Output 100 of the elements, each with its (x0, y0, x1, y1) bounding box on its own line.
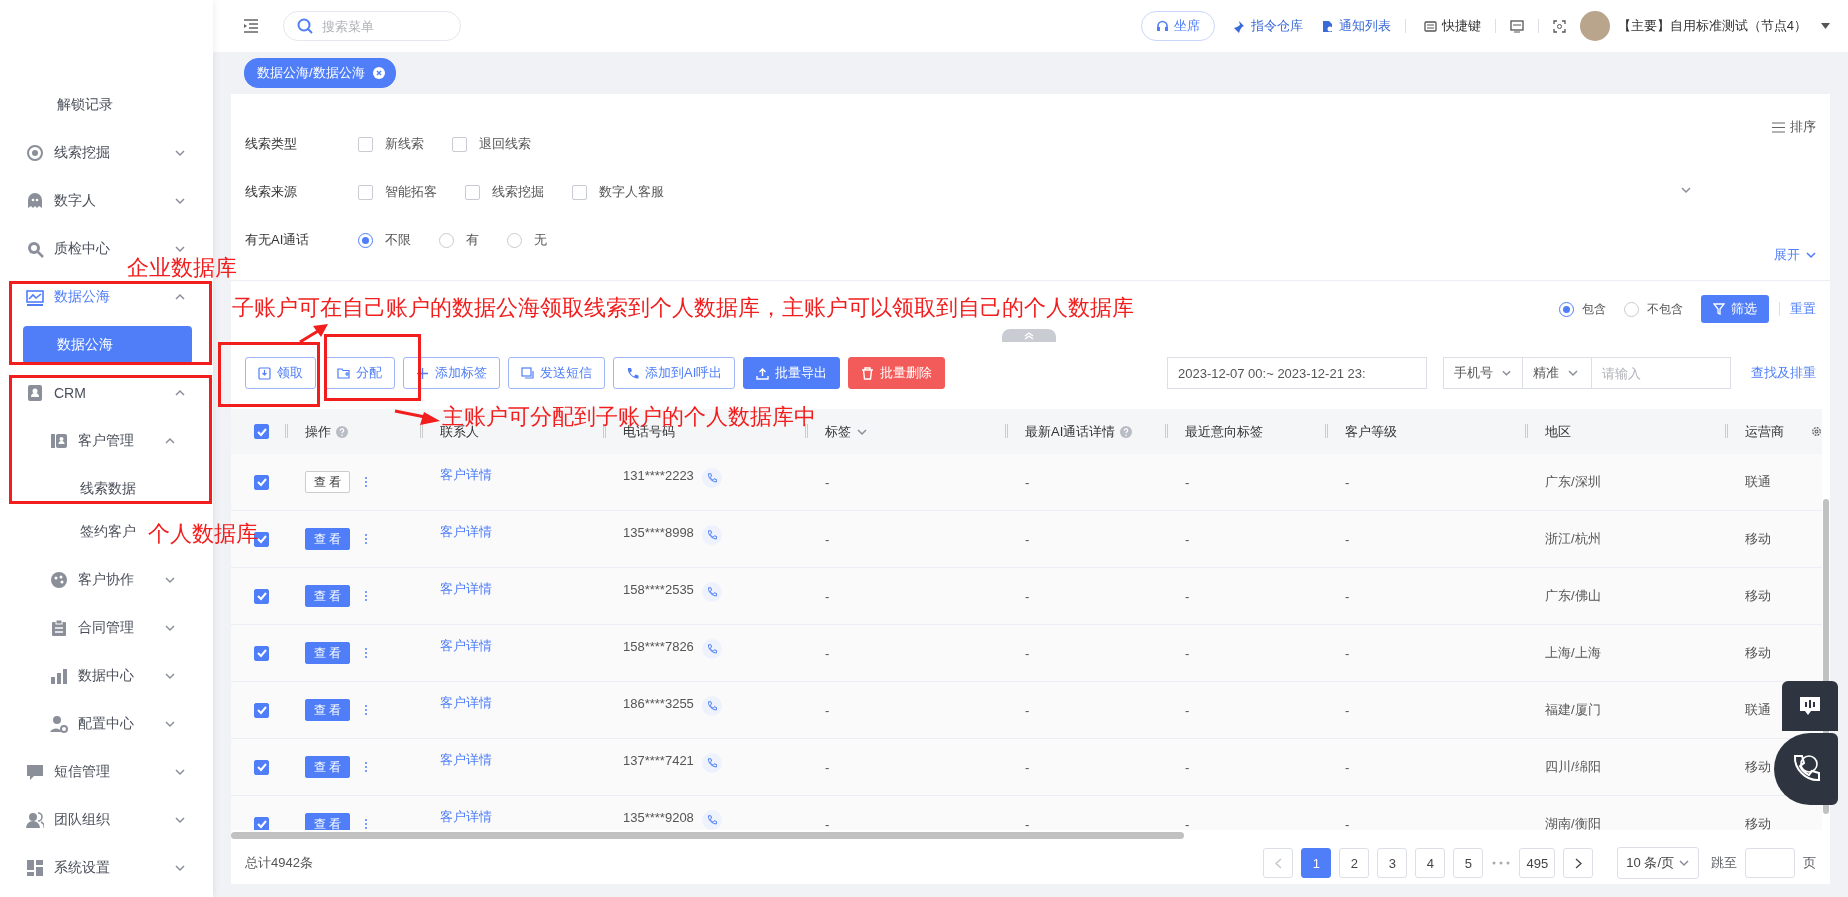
user-name[interactable]: 【主要】自用标准测试（节点4） (1617, 17, 1807, 35)
customer-detail-link[interactable]: 客户详情 (440, 808, 492, 826)
checkbox[interactable] (572, 184, 587, 200)
radio-button[interactable] (507, 232, 522, 248)
sidebar-menu-item[interactable]: CRM (26, 384, 86, 402)
view-button[interactable]: 查 看 (305, 642, 351, 664)
view-button[interactable]: 查 看 (305, 471, 351, 493)
close-icon[interactable] (372, 67, 385, 79)
sidebar-menu-item[interactable]: 客户管理 (50, 432, 134, 450)
view-button[interactable]: 查 看 (305, 813, 351, 830)
option-label[interactable]: 退回线索 (479, 135, 531, 153)
option-label[interactable]: 数字人客服 (599, 183, 664, 201)
search-input[interactable]: 请输入 (1592, 357, 1731, 389)
customer-detail-link[interactable]: 客户详情 (440, 637, 492, 655)
caret-down-icon[interactable] (1821, 23, 1830, 29)
screenshot-icon[interactable] (1552, 19, 1566, 33)
voice-message-button[interactable] (1782, 681, 1838, 731)
option-label[interactable]: 不限 (385, 231, 411, 249)
sidebar-menu-item[interactable]: 线索挖掘 (26, 144, 110, 162)
view-button[interactable]: 查 看 (305, 756, 351, 778)
sidebar-menu-item[interactable]: 数据公海 (23, 326, 192, 364)
checkbox[interactable] (452, 136, 467, 152)
next-page-button[interactable] (1563, 848, 1594, 878)
toolbar-link[interactable]: 指令仓库 (1232, 17, 1303, 35)
action-button[interactable]: 添加到AI呼出 (613, 357, 736, 389)
horizontal-scrollbar[interactable] (231, 832, 1184, 839)
more-icon[interactable] (364, 647, 369, 659)
radio-button[interactable] (439, 232, 454, 248)
seat-button[interactable]: 坐席 (1140, 11, 1215, 41)
user-avatar[interactable] (1579, 11, 1610, 41)
page-button[interactable]: 4 (1415, 848, 1446, 878)
select-all-checkbox[interactable] (254, 424, 269, 439)
sidebar-menu-item[interactable]: 质检中心 (26, 240, 110, 258)
phone-call-icon[interactable] (701, 525, 722, 545)
option-label[interactable]: 不包含 (1647, 300, 1683, 318)
view-button[interactable]: 查 看 (305, 585, 351, 607)
action-button[interactable]: 领取 (245, 357, 316, 389)
row-checkbox[interactable] (254, 645, 269, 661)
option-label[interactable]: 无 (534, 231, 547, 249)
checkbox[interactable] (465, 184, 480, 200)
page-button[interactable]: 495 (1519, 848, 1556, 878)
filter-button[interactable]: 筛选 (1701, 295, 1769, 323)
toolbar-link[interactable]: 通知列表 (1320, 17, 1391, 35)
sidebar-menu-item[interactable]: 数据公海 (26, 288, 110, 306)
collapse-handle[interactable] (1002, 329, 1056, 342)
help-icon[interactable] (1120, 425, 1133, 438)
customer-detail-link[interactable]: 客户详情 (440, 523, 492, 541)
menu-search-field[interactable]: 搜索菜单 (283, 11, 461, 41)
customer-detail-link[interactable]: 客户详情 (440, 694, 492, 712)
row-checkbox[interactable] (254, 474, 269, 490)
more-icon[interactable] (364, 533, 369, 545)
action-button[interactable]: 添加标签 (403, 357, 500, 389)
option-label[interactable]: 新线索 (385, 135, 424, 153)
sidebar-menu-item[interactable]: 数字人 (26, 192, 96, 210)
sidebar-menu-item[interactable]: 数据中心 (50, 667, 134, 685)
action-button[interactable]: 发送短信 (508, 357, 605, 389)
radio-button[interactable] (1624, 301, 1639, 317)
more-icon[interactable] (364, 761, 369, 773)
reset-link[interactable]: 重置 (1790, 300, 1816, 318)
sidebar-menu-item[interactable]: 团队组织 (26, 811, 110, 829)
row-checkbox[interactable] (254, 702, 269, 718)
radio-button[interactable] (1559, 301, 1574, 317)
sidebar-menu-item[interactable]: 配置中心 (50, 715, 134, 733)
option-label[interactable]: 包含 (1582, 300, 1606, 318)
menu-fold-icon[interactable] (243, 19, 259, 33)
sidebar-menu-item[interactable]: 客户协作 (50, 571, 134, 589)
sidebar-menu-item[interactable]: 解锁记录 (23, 86, 121, 124)
option-label[interactable]: 有 (466, 231, 479, 249)
phone-call-icon[interactable] (701, 468, 722, 488)
toolbar-link[interactable]: 快捷键 (1423, 17, 1481, 35)
view-button[interactable]: 查 看 (305, 528, 351, 550)
phone-call-icon[interactable] (701, 639, 722, 659)
find-dedupe-link[interactable]: 查找及排重 (1751, 364, 1816, 382)
page-button[interactable]: 5 (1453, 848, 1484, 878)
sidebar-menu-item[interactable]: 合同管理 (50, 619, 134, 637)
customer-detail-link[interactable]: 客户详情 (440, 466, 492, 484)
phone-call-icon[interactable] (701, 810, 722, 830)
checkbox[interactable] (358, 184, 373, 200)
date-range-field[interactable]: 2023-12-07 00:~ 2023-12-21 23: (1167, 357, 1427, 389)
phone-call-icon[interactable] (701, 753, 722, 773)
action-button[interactable]: 分配 (324, 357, 395, 389)
row-checkbox[interactable] (254, 759, 269, 775)
checkbox[interactable] (358, 136, 373, 152)
page-tab[interactable]: 数据公海/数据公海 (244, 58, 396, 88)
action-button[interactable]: 批量导出 (743, 357, 841, 389)
option-label[interactable]: 线索挖掘 (492, 183, 544, 201)
row-checkbox[interactable] (254, 816, 269, 830)
page-button[interactable]: 3 (1377, 848, 1408, 878)
expand-button[interactable]: 展开 (1774, 246, 1816, 264)
view-button[interactable]: 查 看 (305, 699, 351, 721)
more-icon[interactable] (364, 590, 369, 602)
page-size-select[interactable]: 10 条/页 (1617, 847, 1699, 879)
settings-icon[interactable] (1811, 425, 1822, 438)
page-button[interactable]: 2 (1339, 848, 1370, 878)
sidebar-menu-item[interactable]: 短信管理 (26, 763, 110, 781)
sort-button[interactable]: 排序 (1772, 118, 1816, 136)
monitor-icon[interactable] (1509, 19, 1524, 33)
option-label[interactable]: 智能拓客 (385, 183, 437, 201)
more-icon[interactable] (364, 818, 369, 830)
customer-detail-link[interactable]: 客户详情 (440, 580, 492, 598)
